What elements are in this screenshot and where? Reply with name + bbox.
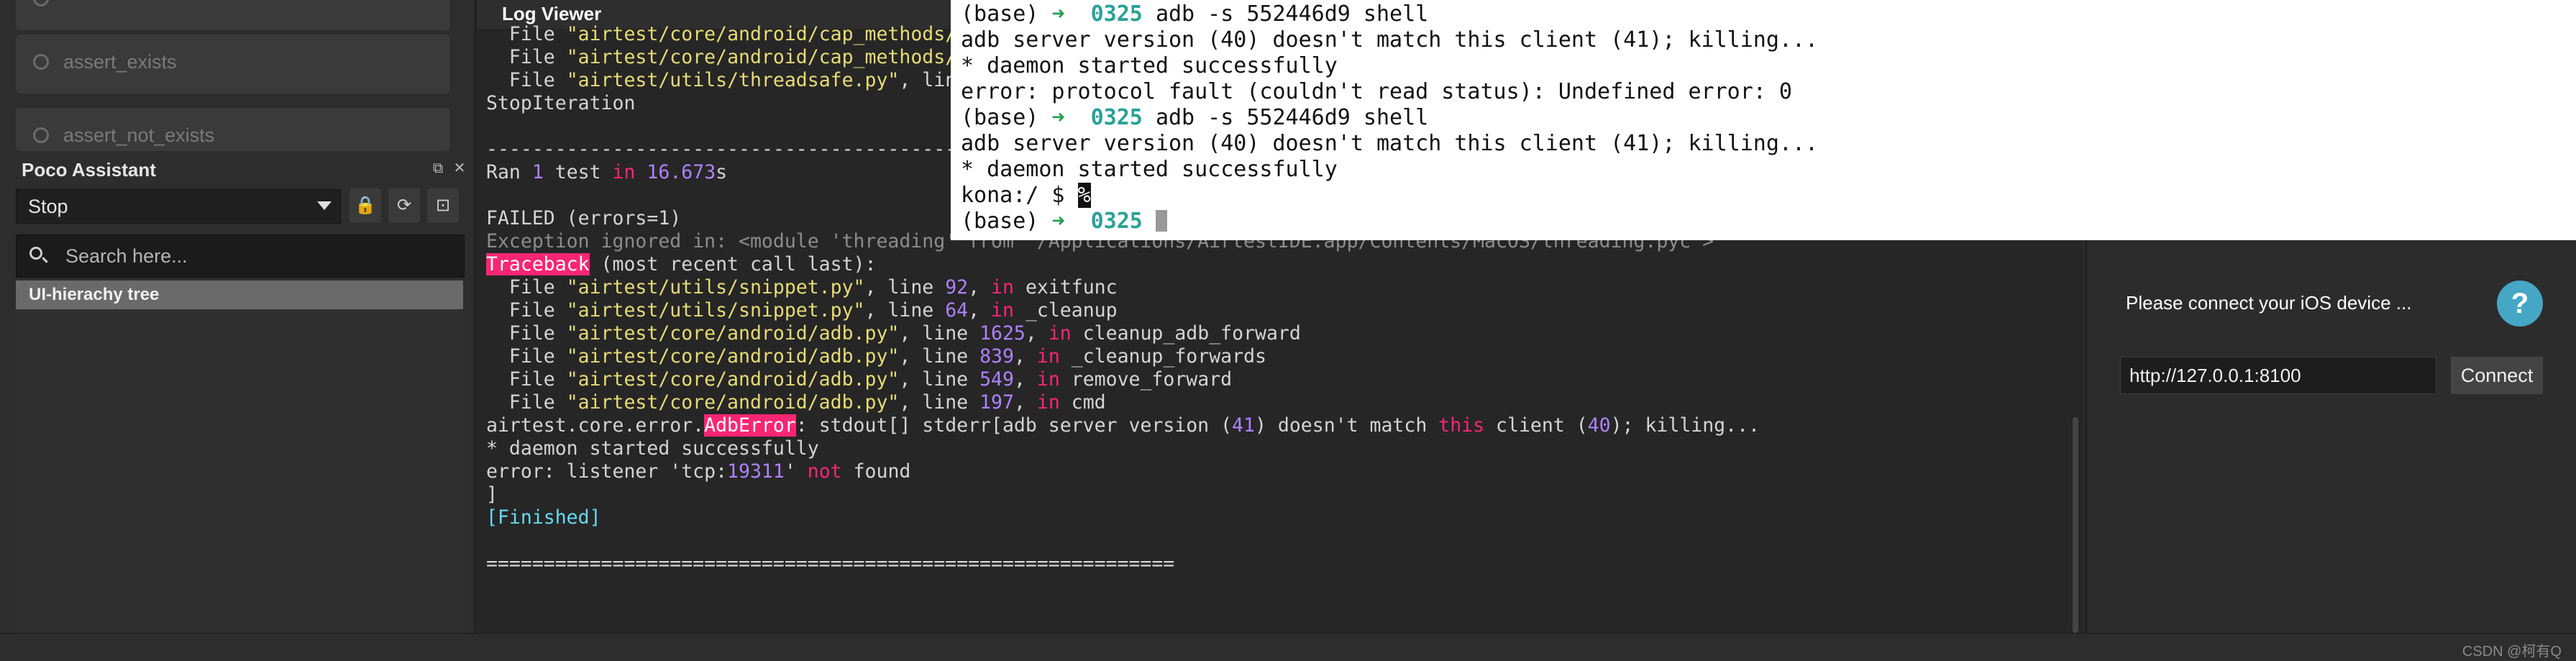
status-bar: CSDN @柯有Q — [0, 633, 2576, 661]
ios-url-field[interactable] — [2120, 357, 2436, 394]
daemon-line: * daemon started successfully — [486, 437, 819, 460]
terminal-output: (base) ➜ 0325 adb -s 552446d9 shell adb … — [961, 1, 1818, 234]
record-icon: ⊡ — [435, 196, 451, 215]
adb-error-line: airtest.core.error.AdbError: stdout[] st… — [486, 414, 1760, 437]
terminal-line: (base) ➜ 0325 adb -s 552446d9 shell — [961, 105, 1429, 130]
terminal-line: * daemon started successfully — [961, 157, 1338, 182]
log-file-path: "airtest/core/android/cap_methods/j — [566, 46, 969, 68]
help-button[interactable]: ? — [2497, 281, 2543, 327]
command-label: assert_exists — [63, 51, 177, 73]
cancel-icon — [33, 127, 49, 143]
record-button[interactable]: ⊡ — [427, 188, 459, 223]
poco-header: Poco Assistant ⧉ ✕ — [0, 155, 475, 186]
traceback-header: Traceback — [486, 253, 590, 275]
command-label: assert_not_exists — [63, 124, 215, 146]
target-icon — [33, 54, 49, 70]
chevron-down-icon — [317, 201, 332, 210]
terminal-line: (base) ➜ 0325 — [961, 209, 1167, 234]
command-item-0[interactable] — [16, 0, 450, 30]
search-input[interactable] — [64, 242, 441, 270]
log-scrollbar[interactable] — [2073, 417, 2078, 633]
terminal-line: adb server version (40) doesn't match th… — [961, 131, 1819, 156]
refresh-button[interactable]: ⟳ — [388, 188, 420, 223]
left-panel: assert_exists assert_not_exists Poco Ass… — [0, 0, 476, 633]
circle-icon — [33, 0, 49, 6]
terminal-line: error: protocol fault (couldn't read sta… — [961, 79, 1792, 104]
terminal-line: adb server version (40) doesn't match th… — [961, 27, 1819, 53]
search-box[interactable] — [16, 234, 465, 278]
tree-root-label: UI-hierachy tree — [29, 285, 160, 304]
tree-root-node[interactable]: UI-hierachy tree — [16, 281, 463, 309]
ios-connect-panel: Please connect your iOS device ... ? Con… — [2086, 240, 2576, 633]
command-assert-not-exists[interactable]: assert_not_exists — [16, 108, 450, 151]
log-file-path: "airtest/core/android/cap_methods/b — [566, 23, 969, 45]
float-icon[interactable]: ⧉ — [431, 161, 444, 175]
log-separator-end: ========================================… — [486, 552, 1175, 575]
command-assert-exists[interactable]: assert_exists — [16, 35, 450, 94]
refresh-icon: ⟳ — [396, 196, 412, 215]
terminal-line: (base) ➜ 0325 adb -s 552446d9 shell — [961, 1, 1429, 27]
poco-mode-select[interactable]: Stop — [16, 189, 341, 224]
terminal-cursor — [1155, 210, 1167, 232]
log-viewer-title: Log Viewer — [502, 3, 602, 24]
close-icon[interactable]: ✕ — [453, 161, 466, 175]
finished-label: [Finished] — [486, 506, 601, 529]
connect-button[interactable]: Connect — [2451, 357, 2543, 394]
ios-connect-message: Please connect your iOS device ... — [2126, 292, 2412, 314]
lock-icon: 🔒 — [355, 196, 376, 215]
terminal-line: kona:/ $ % — [961, 183, 1091, 208]
search-icon — [29, 247, 42, 260]
terminal-line: * daemon started successfully — [961, 53, 1338, 78]
lock-button[interactable]: 🔒 — [350, 188, 381, 223]
log-file-label: File — [508, 23, 567, 45]
stop-iteration: StopIteration — [486, 92, 636, 114]
log-file-path: "airtest/utils/threadsafe.py" — [566, 69, 900, 91]
ui-hierarchy-tree: UI-hierachy tree — [16, 279, 463, 633]
mode-select-value: Stop — [28, 196, 68, 217]
poco-title: Poco Assistant — [22, 159, 156, 181]
listener-line: error: listener 'tcp:19311' not found — [486, 460, 911, 483]
terminal-window[interactable]: (base) ➜ 0325 adb -s 552446d9 shell adb … — [951, 0, 2576, 240]
watermark: CSDN @柯有Q — [2462, 644, 2562, 660]
help-icon: ? — [2511, 288, 2529, 319]
ran-summary: Ran 1 test in 16.673s — [486, 161, 728, 183]
failed-line: FAILED (errors=1) — [486, 207, 682, 229]
